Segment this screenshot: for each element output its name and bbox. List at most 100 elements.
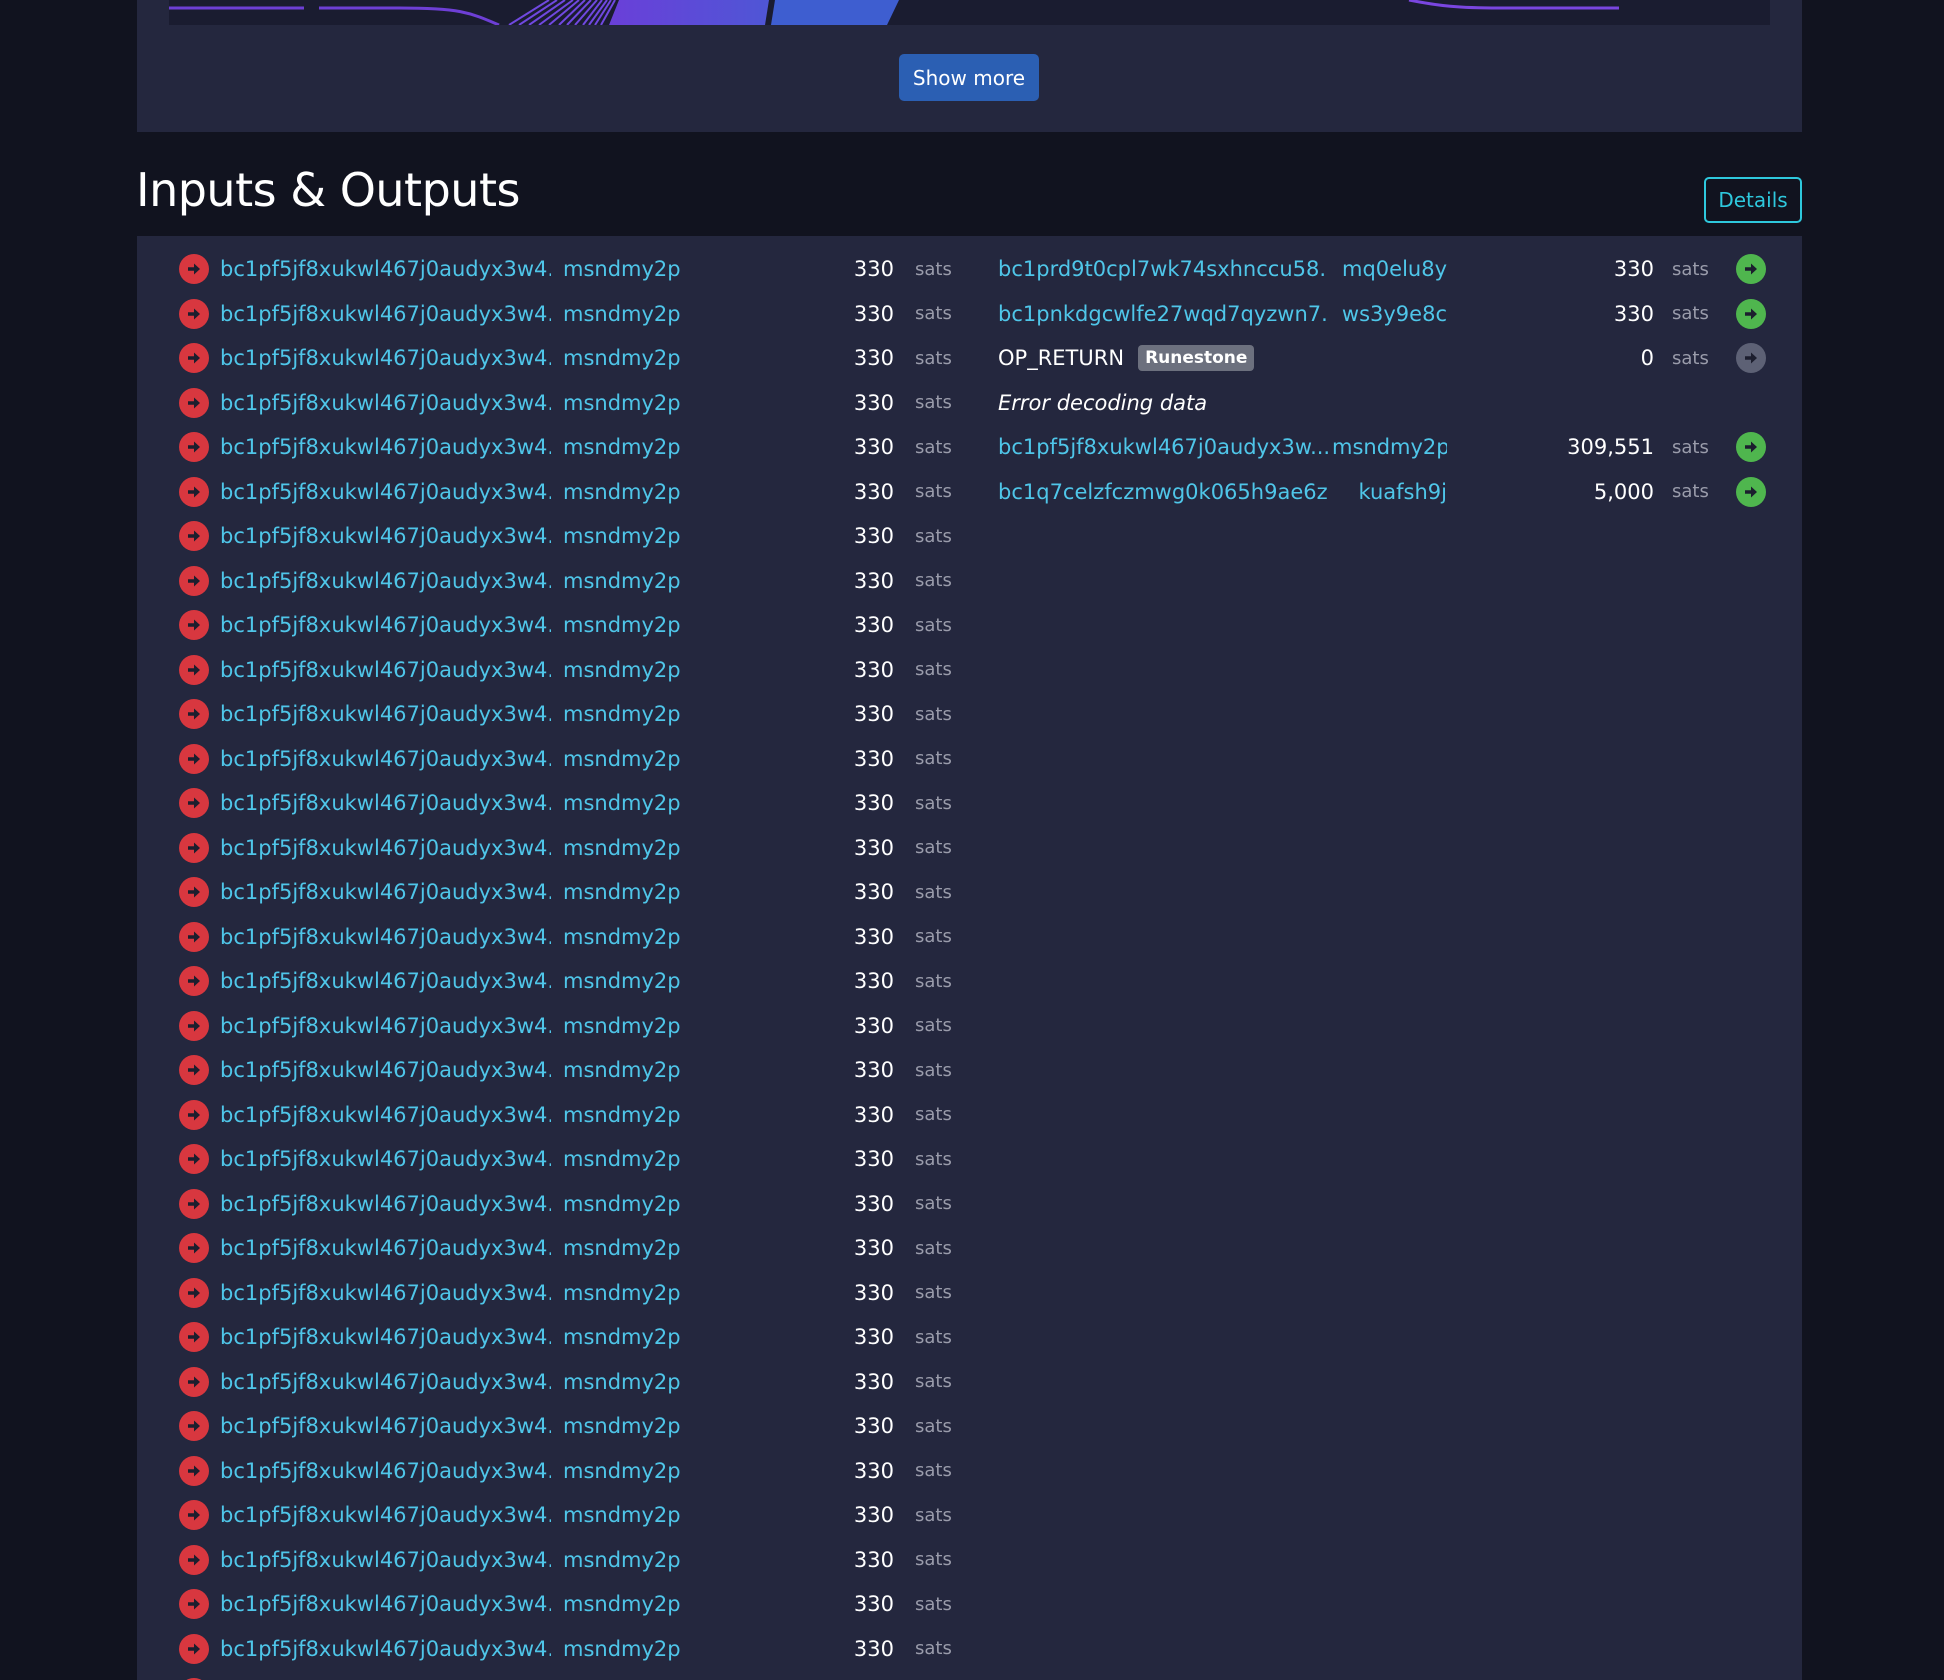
input-arrow-icon[interactable] <box>179 1544 209 1575</box>
input-arrow-icon[interactable] <box>179 1277 209 1308</box>
input-address-link[interactable]: bc1pf5jf8xukwl467j0audyx3w4... <box>220 569 551 593</box>
input-address-link[interactable]: bc1pf5jf8xukwl467j0audyx3w4... <box>220 880 551 904</box>
input-address-link[interactable]: bc1pf5jf8xukwl467j0audyx3w4... <box>220 1325 551 1349</box>
input-address-suffix-link[interactable]: msndmy2p <box>563 791 703 815</box>
input-address-link[interactable]: bc1pf5jf8xukwl467j0audyx3w4... <box>220 613 551 637</box>
input-address-suffix-link[interactable]: msndmy2p <box>563 836 703 860</box>
input-arrow-icon[interactable] <box>179 1500 209 1530</box>
input-arrow-icon[interactable] <box>179 298 209 329</box>
input-arrow-icon[interactable] <box>179 432 209 462</box>
show-more-button[interactable]: Show more <box>899 54 1039 101</box>
input-address-suffix-link[interactable]: msndmy2p <box>563 702 703 726</box>
input-address-suffix-link[interactable]: msndmy2p <box>563 302 703 326</box>
details-button[interactable]: Details <box>1704 177 1802 223</box>
input-address-suffix-link[interactable]: msndmy2p <box>563 613 703 637</box>
input-arrow-icon[interactable] <box>179 254 209 284</box>
input-arrow-icon[interactable] <box>179 1233 209 1263</box>
output-arrow-icon[interactable] <box>1736 343 1766 373</box>
input-address-suffix-link[interactable]: msndmy2p <box>563 569 703 593</box>
input-address-link[interactable]: bc1pf5jf8xukwl467j0audyx3w4... <box>220 836 551 860</box>
output-arrow-icon[interactable] <box>1736 254 1766 284</box>
input-address-link[interactable]: bc1pf5jf8xukwl467j0audyx3w4... <box>220 791 551 815</box>
input-address-link[interactable]: bc1pf5jf8xukwl467j0audyx3w4... <box>220 257 551 281</box>
input-address-suffix-link[interactable]: msndmy2p <box>563 1370 703 1394</box>
output-address-suffix-link[interactable]: mq0elu8y <box>1332 257 1447 281</box>
input-arrow-icon[interactable] <box>179 1099 209 1130</box>
input-address-link[interactable]: bc1pf5jf8xukwl467j0audyx3w4... <box>220 346 551 370</box>
input-arrow-icon[interactable] <box>179 654 209 685</box>
input-address-suffix-link[interactable]: msndmy2p <box>563 747 703 771</box>
output-arrow-icon[interactable] <box>1736 298 1766 329</box>
input-address-suffix-link[interactable]: msndmy2p <box>563 1414 703 1438</box>
input-arrow-icon[interactable] <box>179 343 209 373</box>
input-address-suffix-link[interactable]: msndmy2p <box>563 1014 703 1038</box>
output-address-suffix-link[interactable]: ws3y9e8c <box>1332 302 1447 326</box>
input-arrow-icon[interactable] <box>179 1366 209 1397</box>
output-address-link[interactable]: bc1pnkdgcwlfe27wqd7qyzwn7... <box>998 302 1328 326</box>
input-address-suffix-link[interactable]: msndmy2p <box>563 391 703 415</box>
input-address-link[interactable]: bc1pf5jf8xukwl467j0audyx3w4... <box>220 747 551 771</box>
input-address-suffix-link[interactable]: msndmy2p <box>563 1147 703 1171</box>
input-address-link[interactable]: bc1pf5jf8xukwl467j0audyx3w4... <box>220 1147 551 1171</box>
input-address-suffix-link[interactable]: msndmy2p <box>563 1325 703 1349</box>
input-address-link[interactable]: bc1pf5jf8xukwl467j0audyx3w4... <box>220 1370 551 1394</box>
input-arrow-icon[interactable] <box>179 387 209 418</box>
input-address-suffix-link[interactable]: msndmy2p <box>563 1592 703 1616</box>
input-address-suffix-link[interactable]: msndmy2p <box>563 969 703 993</box>
input-address-link[interactable]: bc1pf5jf8xukwl467j0audyx3w4... <box>220 1414 551 1438</box>
input-address-link[interactable]: bc1pf5jf8xukwl467j0audyx3w4... <box>220 1058 551 1082</box>
input-arrow-icon[interactable] <box>179 832 209 863</box>
input-address-suffix-link[interactable]: msndmy2p <box>563 1503 703 1527</box>
input-address-link[interactable]: bc1pf5jf8xukwl467j0audyx3w4... <box>220 1103 551 1127</box>
input-arrow-icon[interactable] <box>179 788 209 818</box>
output-address-link[interactable]: bc1q7celzfczmwg0k065h9ae6z... <box>998 480 1328 504</box>
input-address-suffix-link[interactable]: msndmy2p <box>563 435 703 459</box>
input-address-suffix-link[interactable]: msndmy2p <box>563 1058 703 1082</box>
input-address-link[interactable]: bc1pf5jf8xukwl467j0audyx3w4... <box>220 524 551 548</box>
input-address-link[interactable]: bc1pf5jf8xukwl467j0audyx3w4... <box>220 969 551 993</box>
input-arrow-icon[interactable] <box>179 565 209 596</box>
input-address-link[interactable]: bc1pf5jf8xukwl467j0audyx3w4... <box>220 1459 551 1483</box>
input-address-link[interactable]: bc1pf5jf8xukwl467j0audyx3w4... <box>220 1192 551 1216</box>
input-address-suffix-link[interactable]: msndmy2p <box>563 658 703 682</box>
input-address-link[interactable]: bc1pf5jf8xukwl467j0audyx3w4... <box>220 1592 551 1616</box>
input-arrow-icon[interactable] <box>179 476 209 507</box>
input-arrow-icon[interactable] <box>179 610 209 640</box>
input-address-suffix-link[interactable]: msndmy2p <box>563 1192 703 1216</box>
output-address-link[interactable]: bc1pf5jf8xukwl467j0audyx3w... <box>998 435 1328 459</box>
input-arrow-icon[interactable] <box>179 1144 209 1174</box>
input-address-suffix-link[interactable]: msndmy2p <box>563 925 703 949</box>
input-arrow-icon[interactable] <box>179 743 209 774</box>
input-address-link[interactable]: bc1pf5jf8xukwl467j0audyx3w4... <box>220 1503 551 1527</box>
output-address-link[interactable]: bc1prd9t0cpl7wk74sxhnccu58... <box>998 257 1328 281</box>
input-address-suffix-link[interactable]: msndmy2p <box>563 1236 703 1260</box>
input-address-link[interactable]: bc1pf5jf8xukwl467j0audyx3w4... <box>220 658 551 682</box>
input-address-suffix-link[interactable]: msndmy2p <box>563 1281 703 1305</box>
output-address-suffix-link[interactable]: kuafsh9j <box>1332 480 1447 504</box>
input-address-link[interactable]: bc1pf5jf8xukwl467j0audyx3w4... <box>220 1637 551 1661</box>
input-address-suffix-link[interactable]: msndmy2p <box>563 1459 703 1483</box>
input-address-suffix-link[interactable]: msndmy2p <box>563 524 703 548</box>
input-address-link[interactable]: bc1pf5jf8xukwl467j0audyx3w4... <box>220 391 551 415</box>
input-arrow-icon[interactable] <box>179 1322 209 1352</box>
input-address-suffix-link[interactable]: msndmy2p <box>563 1103 703 1127</box>
output-arrow-icon[interactable] <box>1736 432 1766 462</box>
input-arrow-icon[interactable] <box>179 966 209 996</box>
input-arrow-icon[interactable] <box>179 877 209 907</box>
input-arrow-icon[interactable] <box>179 1010 209 1041</box>
input-address-link[interactable]: bc1pf5jf8xukwl467j0audyx3w4... <box>220 1281 551 1305</box>
input-address-link[interactable]: bc1pf5jf8xukwl467j0audyx3w4... <box>220 702 551 726</box>
input-address-link[interactable]: bc1pf5jf8xukwl467j0audyx3w4... <box>220 435 551 459</box>
output-address-suffix-link[interactable]: msndmy2p <box>1332 435 1447 459</box>
input-address-suffix-link[interactable]: msndmy2p <box>563 480 703 504</box>
input-arrow-icon[interactable] <box>179 1633 209 1664</box>
input-address-suffix-link[interactable]: msndmy2p <box>563 257 703 281</box>
input-address-link[interactable]: bc1pf5jf8xukwl467j0audyx3w4... <box>220 1548 551 1572</box>
input-address-suffix-link[interactable]: msndmy2p <box>563 346 703 370</box>
input-address-suffix-link[interactable]: msndmy2p <box>563 1548 703 1572</box>
input-arrow-icon[interactable] <box>179 1455 209 1486</box>
input-address-suffix-link[interactable]: msndmy2p <box>563 1637 703 1661</box>
input-arrow-icon[interactable] <box>179 1589 209 1619</box>
input-arrow-icon[interactable] <box>179 699 209 729</box>
output-arrow-icon[interactable] <box>1736 476 1766 507</box>
